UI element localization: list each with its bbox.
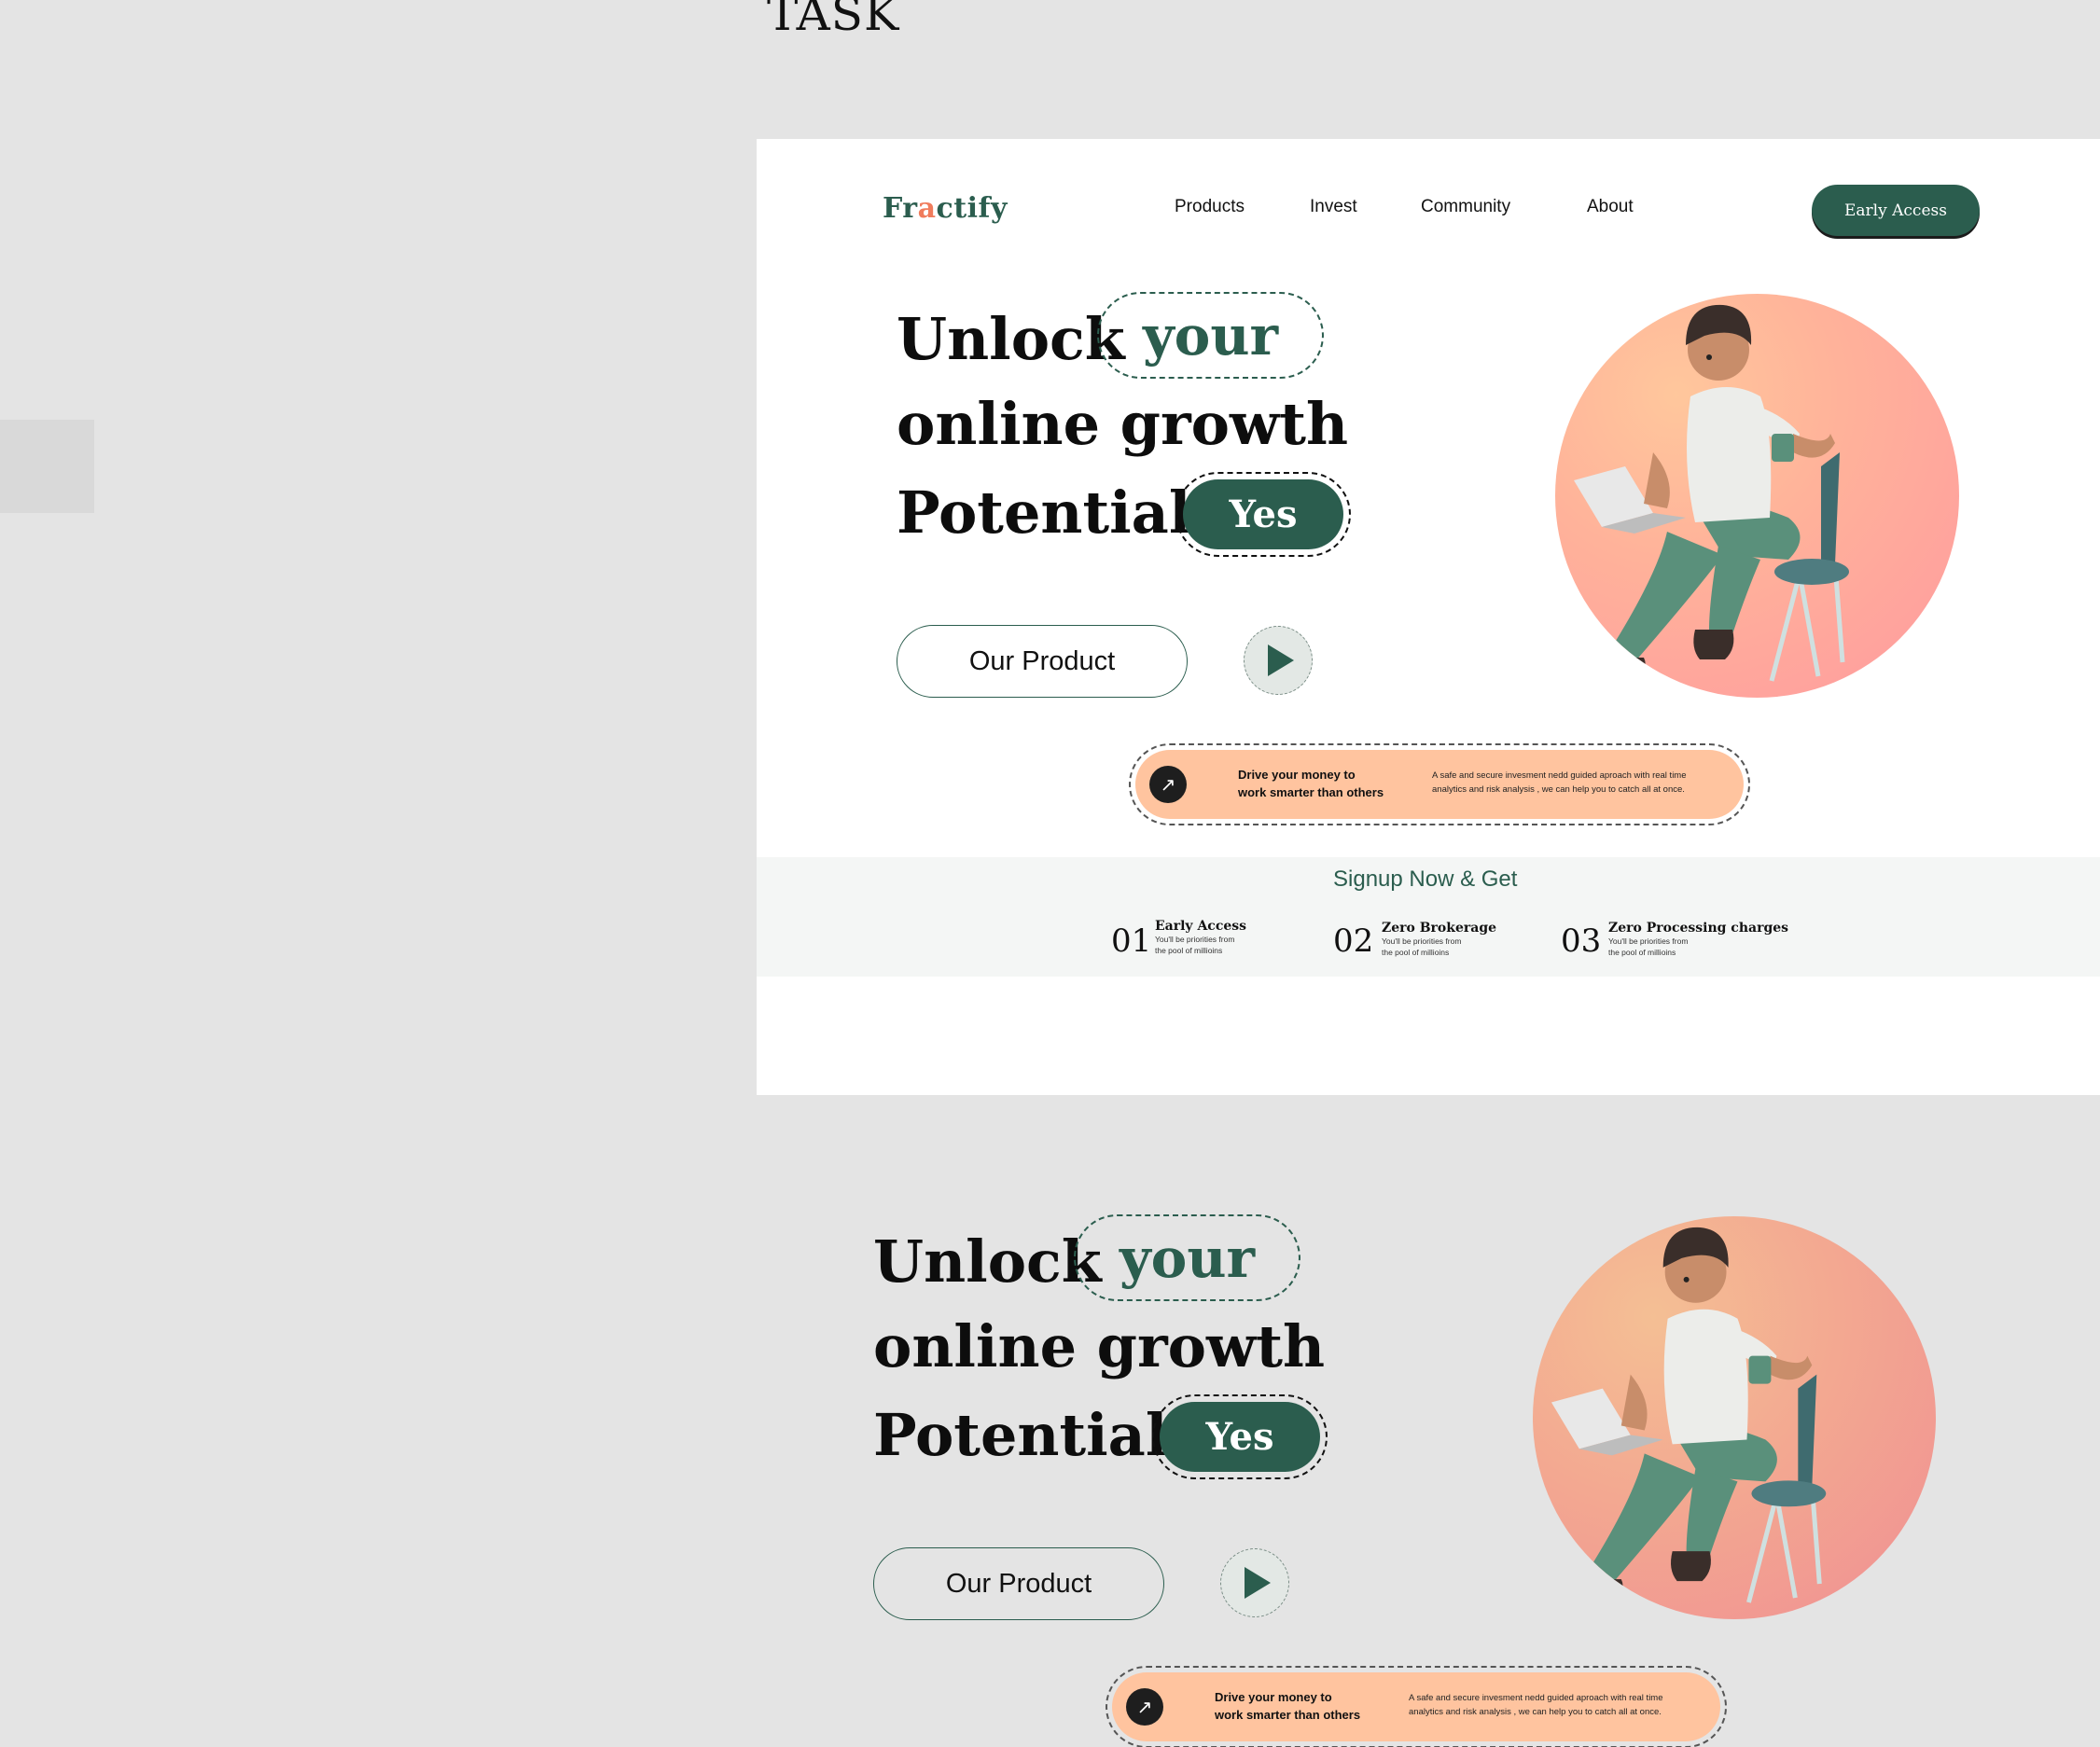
hero-variant: Unlock your online growth Potential Yes … (733, 1061, 2100, 1747)
highlight-text: your (1119, 1226, 1256, 1290)
hero-illustration (1555, 294, 1959, 698)
hero-line-2: online growth (873, 1312, 1326, 1380)
highlight-pill: your (1097, 292, 1324, 379)
hero-line-3: Potential (873, 1401, 1168, 1469)
hero-line-2: online growth (897, 390, 1349, 458)
banner-description: A safe and secure invesment nedd guided … (1409, 1693, 1663, 1717)
info-banner: ↗ Drive your money to work smarter than … (1112, 1672, 1720, 1741)
step-number: 03 (1561, 922, 1602, 960)
logo-accent: a (917, 192, 937, 225)
early-access-button[interactable]: Early Access (1812, 185, 1980, 236)
nav-link-products[interactable]: Products (1175, 197, 1245, 217)
logo[interactable]: Fractify (883, 192, 1008, 225)
hero-illustration (1533, 1216, 1936, 1619)
hero-line-3: Potential (897, 478, 1191, 547)
decorative-block (0, 420, 94, 513)
yes-pill-outline: Yes (1175, 472, 1351, 557)
step-number: 01 (1111, 922, 1152, 960)
yes-pill[interactable]: Yes (1183, 479, 1343, 549)
task-title: TASK (767, 0, 900, 41)
play-button[interactable] (1244, 626, 1313, 695)
info-banner-outline: ↗ Drive your money to work smarter than … (1106, 1666, 1727, 1747)
highlight-text: your (1142, 303, 1279, 367)
play-icon (1245, 1567, 1271, 1599)
nav-link-invest[interactable]: Invest (1310, 197, 1357, 217)
banner-heading: Drive your money to work smarter than ot… (1215, 1690, 1361, 1722)
person-laptop-illustration (1550, 1227, 1827, 1603)
signup-section: Signup Now & Get 01 Early Access You'll … (757, 857, 2100, 977)
step-early-access: Early Access You'll be priorities from t… (1155, 919, 1247, 955)
banner-description: A safe and secure invesment nedd guided … (1432, 770, 1687, 795)
highlight-pill: your (1074, 1214, 1300, 1301)
step-zero-processing: Zero Processing charges You'll be priori… (1608, 921, 1789, 957)
yes-pill[interactable]: Yes (1160, 1402, 1320, 1472)
step-number: 02 (1333, 922, 1374, 960)
info-banner: ↗ Drive your money to work smarter than … (1135, 750, 1744, 819)
arrow-up-right-icon[interactable]: ↗ (1149, 766, 1187, 803)
hero-line-1: Unlock (873, 1227, 1102, 1296)
play-icon (1268, 645, 1294, 676)
nav-link-about[interactable]: About (1587, 197, 1634, 217)
our-product-button[interactable]: Our Product (873, 1547, 1164, 1620)
hero-line-1: Unlock (897, 305, 1125, 373)
yes-pill-outline: Yes (1152, 1394, 1328, 1479)
arrow-up-right-icon[interactable]: ↗ (1126, 1688, 1163, 1726)
nav-link-community[interactable]: Community (1421, 197, 1510, 217)
our-product-button[interactable]: Our Product (897, 625, 1188, 698)
play-button[interactable] (1220, 1548, 1289, 1617)
banner-heading: Drive your money to work smarter than ot… (1238, 768, 1384, 799)
website-frame: Fractify Products Invest Community About… (757, 139, 2100, 1095)
signup-title[interactable]: Signup Now & Get (1333, 867, 1517, 893)
person-laptop-illustration (1572, 304, 1849, 682)
step-zero-brokerage: Zero Brokerage You'll be priorities from… (1382, 921, 1497, 957)
info-banner-outline: ↗ Drive your money to work smarter than … (1129, 743, 1750, 825)
